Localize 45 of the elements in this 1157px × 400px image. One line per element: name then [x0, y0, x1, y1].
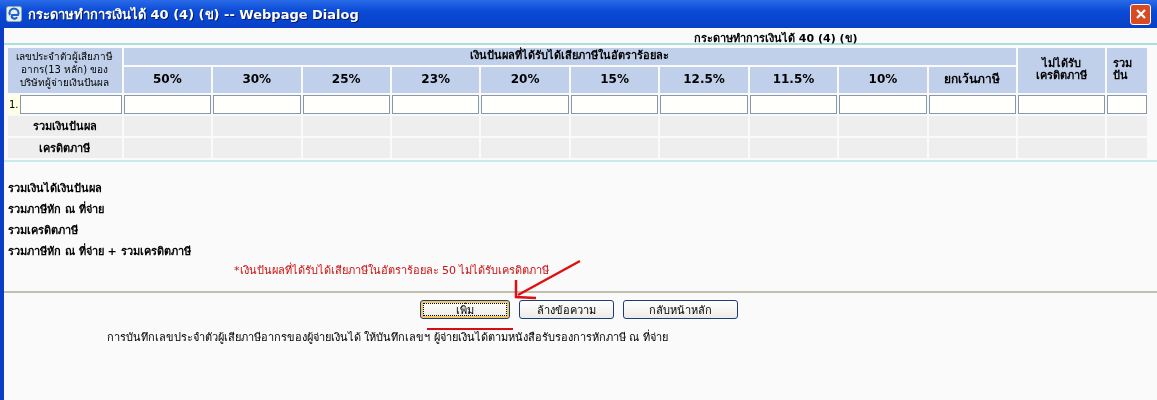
input-field[interactable]	[391, 94, 480, 114]
input-field[interactable]	[660, 94, 748, 114]
page-title: กระดาษทำการเงินได้ 40 (4) (ข)	[4, 28, 1157, 45]
column-header: 23%	[421, 71, 451, 86]
action-button[interactable]: กลับหน้าหลัก	[623, 299, 738, 319]
column-header: 10%	[868, 71, 898, 86]
column-header: 11.5%	[772, 71, 815, 86]
row-label: เครดิตภาษี	[39, 141, 91, 155]
column-header: 30%	[242, 71, 272, 86]
input-field[interactable]	[928, 94, 1017, 114]
column-header: 15%	[600, 71, 629, 86]
input-field[interactable]	[213, 94, 301, 114]
table-cell	[1106, 115, 1147, 136]
close-icon	[1134, 8, 1147, 20]
column-header: 20%	[510, 71, 540, 86]
column-header: 25%	[331, 71, 361, 86]
browser-icon	[6, 6, 22, 22]
input-field[interactable]	[19, 94, 122, 114]
close-button[interactable]	[1130, 3, 1151, 25]
column-header: 12.5%	[683, 71, 725, 86]
column-header: ยกเว้นภาษี	[944, 71, 1001, 86]
input-field[interactable]	[1018, 94, 1105, 114]
window-title: กระดาษทำการเงินได้ 40 (4) (ข) -- Webpage Dialog	[28, 5, 359, 24]
summary-label: รวมภาษีหัก ณ ที่จ่าย + รวมเครดิตภาษี	[8, 244, 191, 258]
summary-label: รวมเครดิตภาษี	[8, 223, 78, 237]
input-field[interactable]	[570, 94, 659, 114]
action-button[interactable]: ล้างข้อความ	[519, 299, 614, 319]
group-header: เงินปันผลที่ได้รับได้เสียภาษีในอัตราร้อยละ	[470, 49, 670, 62]
column-header: เลขประจำตัวผู้เสียภาษีอากร(13 หลัก) ของบริษัทผู้จ่ายเงินปันผล	[16, 51, 114, 88]
note-text: *เงินปันผลที่ได้รับได้เสียภาษีในอัตราร้อยละ 50 ไม่ได้รับเครดิตภาษี	[234, 263, 550, 277]
input-field[interactable]	[1106, 94, 1147, 114]
input-field[interactable]	[839, 94, 927, 114]
instruction-text: การบันทึกเลขประจำตัวผู้เสียภาษีอากรของผู้จ่ายเงินได้ ให้บันทึกเลขฯ ผู้จ่ายเงินได้ตามหนังสือรับรองการหักภาษี ณ ที่จ่าย	[107, 330, 668, 344]
input-field[interactable]	[123, 94, 212, 114]
column-header: 50%	[152, 71, 182, 86]
summary-label: รวมภาษีหัก ณ ที่จ่าย	[8, 202, 104, 216]
row-label: รวมเงินปันผล	[32, 119, 97, 133]
row-number: 1.	[8, 98, 20, 110]
summary-label: รวมเงินได้เงินปันผล	[8, 181, 102, 195]
input-field[interactable]	[481, 94, 569, 114]
action-button[interactable]: เพิ่ม	[420, 299, 510, 319]
column-header: รวม ปัน	[1112, 57, 1133, 83]
column-header: ไม่ได้รับ เครดิตภาษี	[1034, 57, 1088, 83]
input-field[interactable]	[749, 94, 838, 114]
input-field[interactable]	[302, 94, 390, 114]
